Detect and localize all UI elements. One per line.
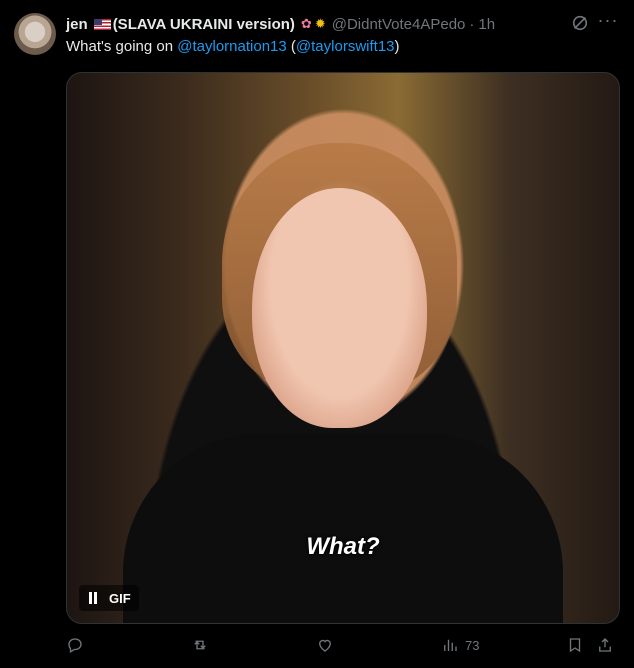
share-button[interactable] — [596, 636, 614, 654]
bookmark-icon — [569, 638, 581, 653]
like-button[interactable] — [316, 636, 334, 654]
author-name-suffix[interactable]: (SLAVA UKRAINI version) — [113, 16, 295, 33]
tweet-time[interactable]: 1h — [478, 16, 495, 33]
reply-button[interactable] — [66, 636, 84, 654]
gif-frame-shirt — [123, 433, 563, 623]
author-name[interactable]: jen — [66, 16, 88, 33]
author-handle[interactable]: @DidntVote4APedo — [332, 16, 466, 33]
gif-badge: GIF — [109, 590, 131, 606]
mention-taylorswift[interactable]: @taylorswift13 — [296, 38, 395, 55]
gif-media[interactable]: What? GIF — [66, 72, 620, 624]
mention-taylornation[interactable]: @taylornation13 — [177, 38, 286, 55]
like-icon — [319, 639, 331, 652]
grok-icon[interactable] — [570, 14, 590, 34]
lotus-icon: ✿ — [300, 16, 312, 31]
tweet-text: What's going on @taylornation13 (@taylor… — [66, 38, 400, 55]
gif-frame-face — [252, 188, 427, 428]
views-icon — [444, 639, 457, 651]
open-paren: ( — [286, 38, 296, 55]
tweet-header: jen (SLAVA UKRAINI version) ✿ ✹ @DidntVo… — [66, 14, 618, 34]
retweet-button[interactable] — [191, 636, 209, 654]
share-icon — [599, 638, 611, 652]
gif-caption: What? — [306, 533, 380, 560]
tweet-text-prefix: What's going on — [66, 38, 178, 55]
pause-icon[interactable] — [87, 591, 99, 605]
sunflower-icon: ✹ — [314, 16, 326, 31]
gif-controls[interactable]: GIF — [79, 585, 139, 611]
more-icon[interactable]: ··· — [596, 10, 620, 34]
retweet-icon — [194, 640, 206, 650]
tweet: jen (SLAVA UKRAINI version) ✿ ✹ @DidntVo… — [0, 0, 634, 668]
us-flag-icon — [93, 18, 111, 30]
separator-dot: · — [469, 15, 475, 33]
reply-icon — [68, 638, 82, 653]
action-bar: 73 — [66, 636, 620, 660]
close-paren: ) — [394, 38, 400, 55]
avatar[interactable] — [14, 13, 56, 55]
bookmark-button[interactable] — [566, 636, 584, 654]
views-count: 73 — [465, 637, 480, 653]
views-button[interactable]: 73 — [441, 636, 479, 654]
